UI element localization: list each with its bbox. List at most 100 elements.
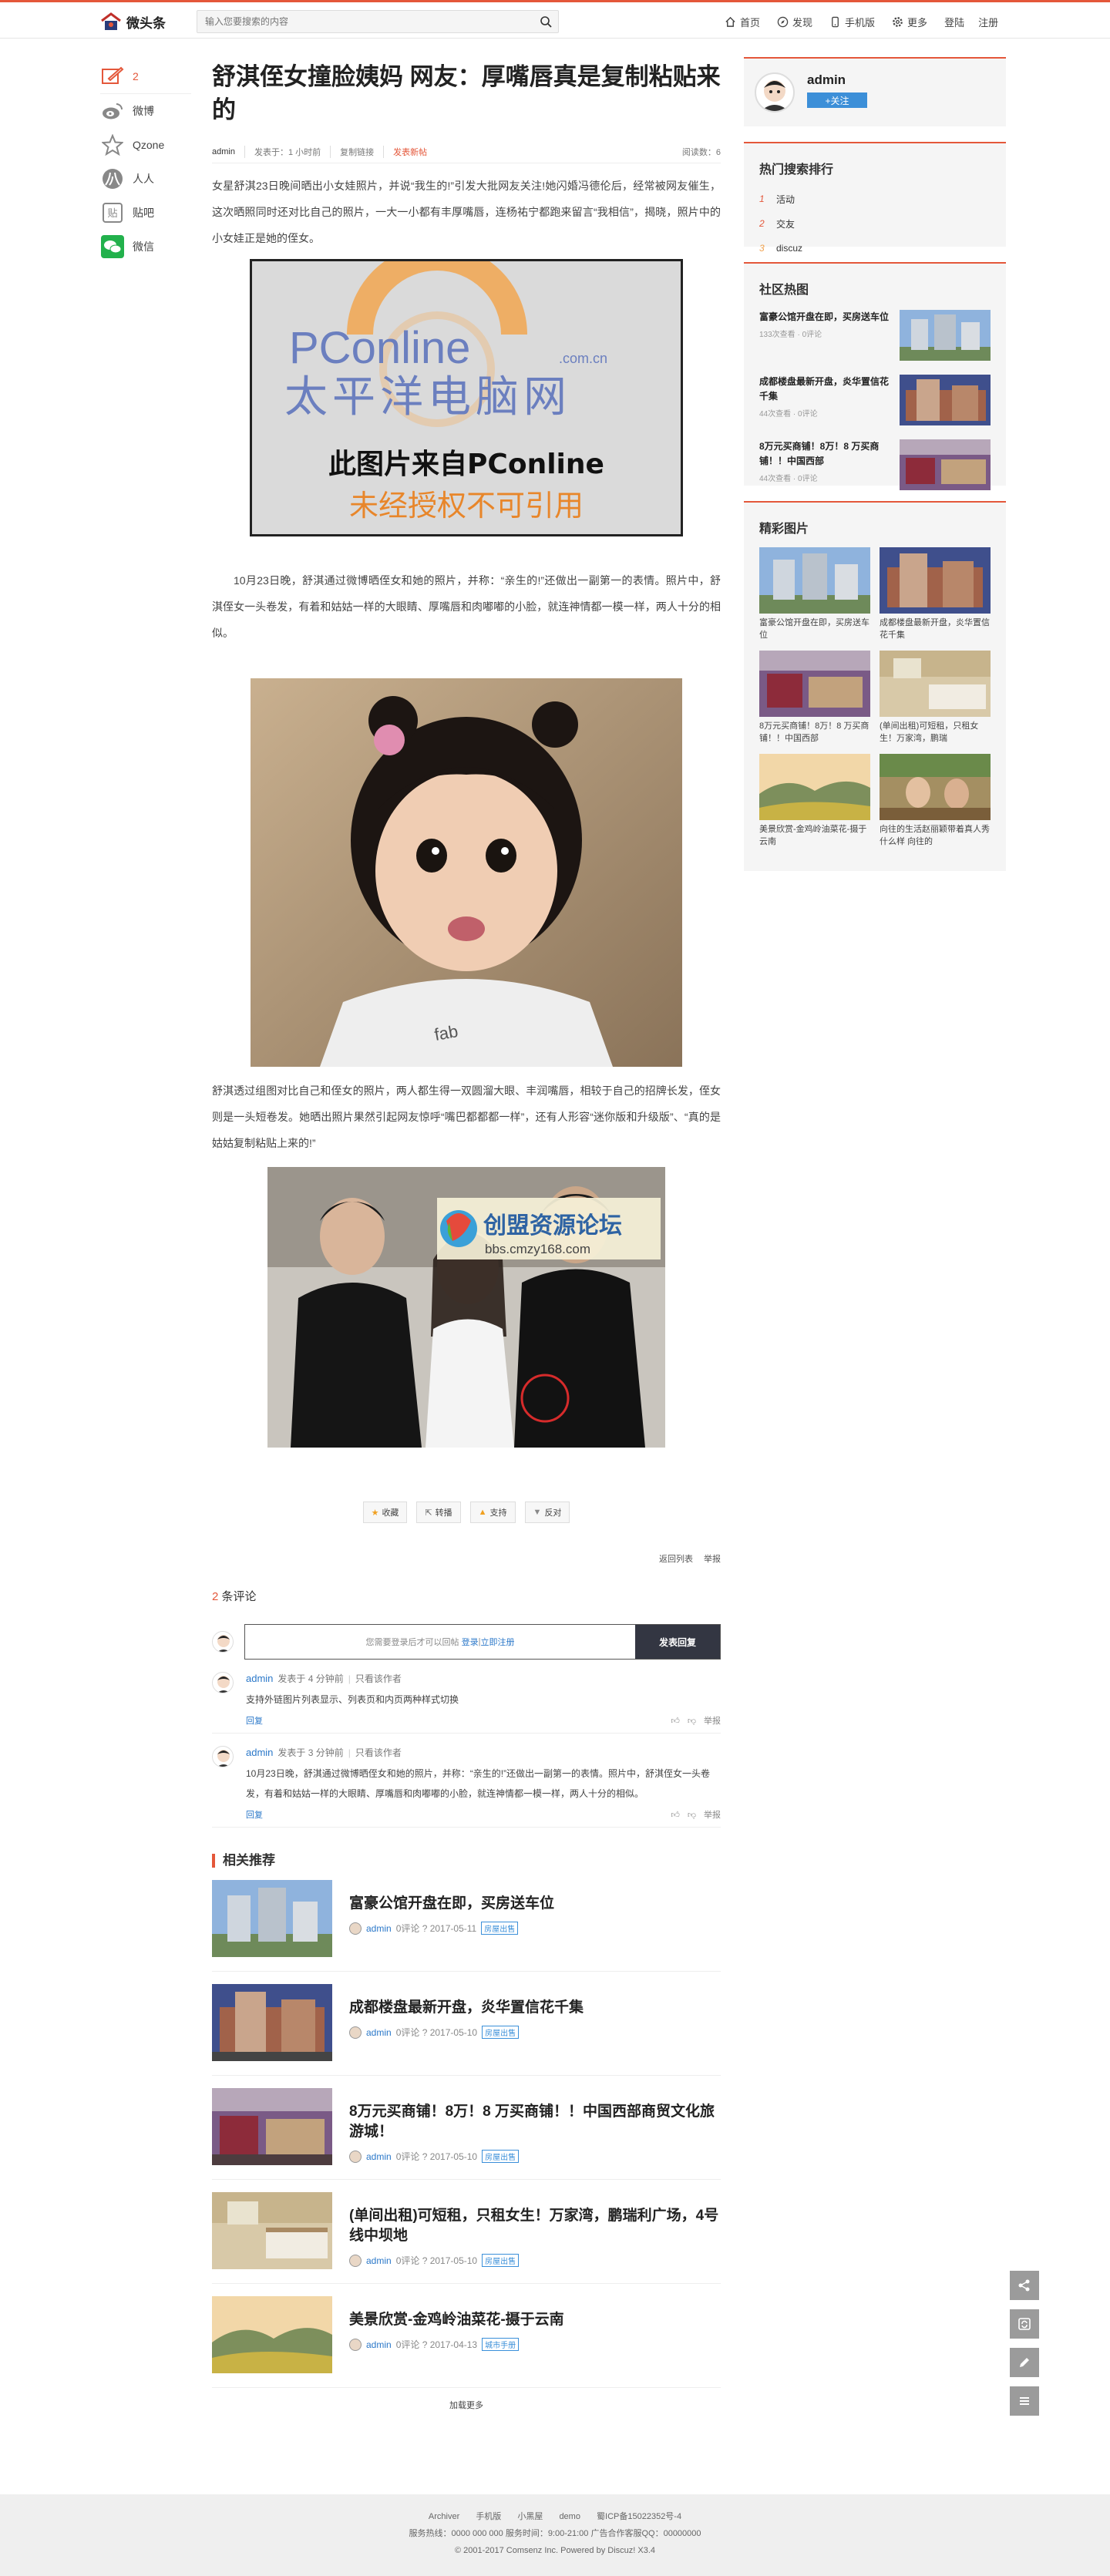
picture-item[interactable]: 美景欣赏-金鸡岭油菜花-摄于云南 [759, 754, 870, 848]
picture-item[interactable]: 成都楼盘最新开盘，炎华置信花千集 [880, 547, 991, 641]
reply-link[interactable]: 回复 [246, 1714, 263, 1727]
picture-item[interactable]: (单间出租)可短租，只租女生！万家湾，鹏瑞 [880, 651, 991, 745]
community-item-title[interactable]: 成都楼盘最新开盘，炎华置信花千集 [759, 375, 892, 404]
community-item[interactable]: 8万元买商铺！8万！8 万买商铺！！中国西部 44次查看 · 0评论 [744, 432, 1006, 496]
picture-item[interactable]: 8万元买商铺！8万！8 万买商铺！！中国西部 [759, 651, 870, 745]
picture-title[interactable]: (单间出租)可短租，只租女生！万家湾，鹏瑞 [880, 720, 991, 745]
community-item[interactable]: 成都楼盘最新开盘，炎华置信花千集 44次查看 · 0评论 [744, 367, 1006, 432]
related-tag[interactable]: 城市手册 [482, 2338, 520, 2351]
related-user[interactable]: admin [366, 2151, 392, 2162]
reply-link[interactable]: 回复 [246, 1808, 263, 1821]
related-title[interactable]: (单间出租)可短租，只租女生！万家湾，鹏瑞利广场，4号线中坝地 [349, 2206, 721, 2246]
comment-text: 10月23日晚，舒淇通过微博晒侄女和她的照片，并称：“亲生的!”还做出一副第一的… [246, 1768, 711, 1799]
community-item[interactable]: 富豪公馆开盘在即，买房送车位 133次查看 · 0评论 [744, 302, 1006, 367]
refresh-button[interactable] [1010, 2309, 1039, 2339]
thumbs-down-icon[interactable]: 👎︎ [688, 1810, 696, 1820]
load-more-button[interactable]: 加载更多 [212, 2399, 721, 2411]
share-tieba[interactable]: 贴 贴吧 [100, 196, 191, 230]
share-renren[interactable]: 人人 [100, 162, 191, 196]
comment-count-link[interactable]: 2 [100, 59, 191, 94]
related-title[interactable]: 8万元买商铺！8万！8 万买商铺！！中国西部商贸文化旅游城！ [349, 2102, 721, 2142]
oppose-button[interactable]: ▼ 反对 [524, 1502, 570, 1523]
picture-item[interactable]: 向往的生活赵丽颖带着真人秀什么样 向往的 [880, 754, 991, 848]
nav-discover[interactable]: 发现 [777, 15, 812, 29]
hot-search-title: 热门搜索排行 [759, 163, 834, 177]
related-item[interactable]: 富豪公馆开盘在即，买房送车位 admin 0评论 ? 2017-05-11 房屋出售 [212, 1868, 721, 1972]
picture-item[interactable]: 富豪公馆开盘在即，买房送车位 [759, 547, 870, 641]
footer-link[interactable]: Archiver [429, 2512, 459, 2521]
related-tag[interactable]: 房屋出售 [481, 1922, 519, 1935]
related-item[interactable]: 美景欣赏-金鸡岭油菜花-摄于云南 admin 0评论 ? 2017-04-13 城市手… [212, 2284, 721, 2388]
comment-report-link[interactable]: 举报 [704, 1808, 721, 1821]
related-user[interactable]: admin [366, 2255, 392, 2266]
edit-button[interactable] [1010, 2348, 1039, 2377]
nav-home-label: 首页 [740, 16, 761, 29]
picture-title[interactable]: 8万元买商铺！8万！8 万买商铺！！中国西部 [759, 720, 870, 745]
related-tag[interactable]: 房屋出售 [482, 2254, 520, 2267]
related-title[interactable]: 成都楼盘最新开盘，炎华置信花千集 [349, 1998, 721, 2018]
thumbs-down-icon[interactable]: 👎︎ [688, 1716, 696, 1726]
nav-home[interactable]: 首页 [725, 15, 760, 29]
search-input[interactable] [197, 11, 521, 32]
footer-link[interactable]: 蜀ICP备15022352号-4 [597, 2512, 681, 2521]
reply-login-link[interactable]: 登录 [462, 1636, 479, 1648]
share-qzone[interactable]: Qzone [100, 128, 191, 162]
article-author[interactable]: admin [212, 147, 244, 156]
reply-area: 您需要登录后才可以回帖 登录 | 立即注册 发表回复 [212, 1624, 721, 1660]
picture-title[interactable]: 富豪公馆开盘在即，买房送车位 [759, 617, 870, 641]
related-item[interactable]: 成都楼盘最新开盘，炎华置信花千集 admin 0评论 ? 2017-05-10 房屋出… [212, 1972, 721, 2076]
related-title[interactable]: 美景欣赏-金鸡岭油菜花-摄于云南 [349, 2310, 721, 2330]
related-item[interactable]: 8万元买商铺！8万！8 万买商铺！！中国西部商贸文化旅游城！ admin 0评论 ?… [212, 2076, 721, 2180]
menu-button[interactable] [1010, 2386, 1039, 2416]
copy-link[interactable]: 复制链接 [330, 145, 383, 158]
share-weibo[interactable]: 微博 [100, 94, 191, 128]
support-button[interactable]: ▲ 支持 [469, 1502, 516, 1523]
related-user[interactable]: admin [366, 2339, 392, 2350]
favorite-button[interactable]: ★ 收藏 [362, 1502, 408, 1523]
nav-more[interactable]: 更多 [892, 15, 927, 29]
post-reply-button[interactable]: 发表回复 [635, 1625, 720, 1659]
follow-button[interactable]: +关注 [807, 92, 867, 108]
footer-link[interactable]: demo [559, 2512, 580, 2521]
community-item-title[interactable]: 8万元买商铺！8万！8 万买商铺！！中国西部 [759, 439, 892, 469]
login-link[interactable]: 登陆 [944, 15, 964, 29]
picture-title[interactable]: 成都楼盘最新开盘，炎华置信花千集 [880, 617, 991, 641]
share-wechat[interactable]: 微信 [100, 230, 191, 264]
only-author-link[interactable]: 只看该作者 [355, 1673, 402, 1684]
avatar[interactable] [755, 72, 795, 113]
related-thumbnail [212, 2296, 332, 2373]
picture-thumbnail [880, 754, 991, 820]
comment-heading: 2 条评论 [212, 1588, 721, 1604]
comment-report-link[interactable]: 举报 [704, 1714, 721, 1727]
footer-link[interactable]: 手机版 [476, 2512, 501, 2521]
author-name[interactable]: admin [807, 72, 846, 88]
hot-search-item[interactable]: 3 discuz [759, 236, 1006, 261]
site-logo[interactable]: 微头条 [100, 10, 166, 33]
share-button[interactable] [1010, 2271, 1039, 2300]
picture-title[interactable]: 美景欣赏-金鸡岭油菜花-摄于云南 [759, 823, 870, 848]
reply-register-link[interactable]: 立即注册 [480, 1636, 514, 1648]
thumbs-up-icon[interactable]: 👍︎ [671, 1810, 680, 1820]
related-user[interactable]: admin [366, 2027, 392, 2038]
back-to-list-link[interactable]: 返回列表 [659, 1555, 693, 1564]
nav-mobile[interactable]: 手机版 [829, 15, 875, 29]
new-post-link[interactable]: 发表新帖 [383, 145, 436, 158]
community-item-title[interactable]: 富豪公馆开盘在即，买房送车位 [759, 310, 892, 325]
footer-link[interactable]: 小黑屋 [517, 2512, 543, 2521]
related-user[interactable]: admin [366, 1923, 392, 1934]
search-icon[interactable] [540, 15, 552, 28]
related-tag[interactable]: 房屋出售 [482, 2026, 520, 2039]
related-tag[interactable]: 房屋出售 [482, 2150, 520, 2163]
related-title[interactable]: 富豪公馆开盘在即，买房送车位 [349, 1894, 721, 1914]
comment-user[interactable]: admin [246, 1747, 273, 1758]
hot-search-item[interactable]: 1 活动 [759, 187, 1006, 211]
comment-user[interactable]: admin [246, 1673, 273, 1684]
hot-search-item[interactable]: 2 交友 [759, 211, 1006, 236]
thumbs-up-icon[interactable]: 👍︎ [671, 1716, 680, 1726]
only-author-link[interactable]: 只看该作者 [355, 1747, 402, 1758]
forward-button[interactable]: ⇱ 转播 [416, 1502, 461, 1523]
related-item[interactable]: (单间出租)可短租，只租女生！万家湾，鹏瑞利广场，4号线中坝地 admin 0评论 … [212, 2180, 721, 2284]
picture-title[interactable]: 向往的生活赵丽颖带着真人秀什么样 向往的 [880, 823, 991, 848]
register-link[interactable]: 注册 [978, 15, 998, 29]
report-link[interactable]: 举报 [704, 1555, 721, 1564]
